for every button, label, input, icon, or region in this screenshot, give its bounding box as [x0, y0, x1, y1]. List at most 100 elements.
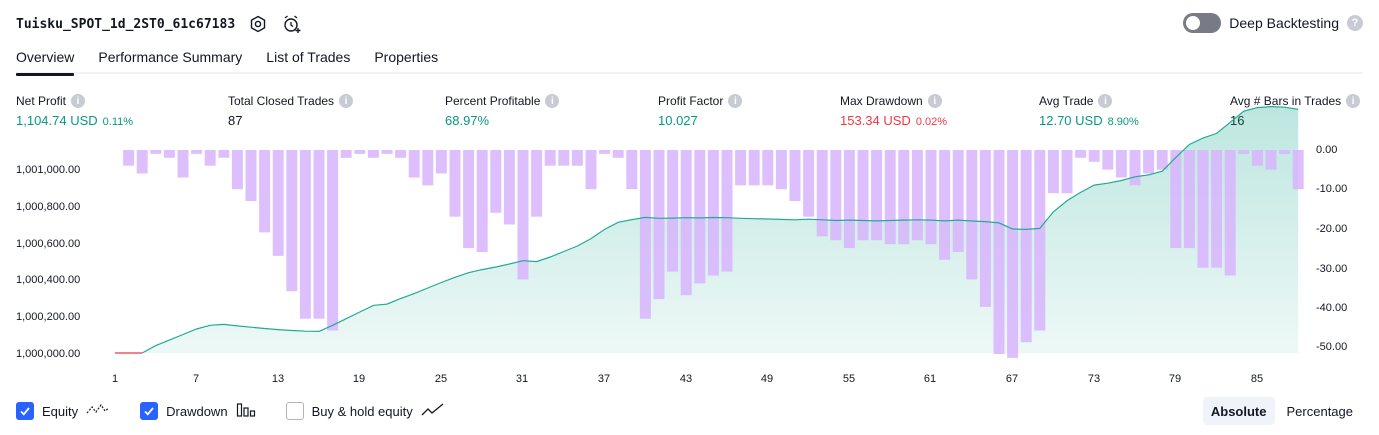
drawdown-bar[interactable] — [612, 150, 624, 158]
drawdown-bar[interactable] — [884, 150, 896, 245]
drawdown-bar[interactable] — [531, 150, 543, 217]
drawdown-bar[interactable] — [911, 150, 923, 241]
drawdown-bar[interactable] — [463, 150, 475, 249]
equity-tick-label: 1,000,000.00 — [16, 348, 81, 360]
drawdown-bar[interactable] — [1238, 150, 1250, 154]
drawdown-bar[interactable] — [816, 150, 828, 237]
drawdown-bar[interactable] — [544, 150, 556, 166]
drawdown-bar[interactable] — [381, 150, 393, 154]
drawdown-bar[interactable] — [191, 150, 203, 154]
x-tick-label: 67 — [1005, 373, 1019, 385]
drawdown-bar[interactable] — [150, 150, 162, 154]
drawdown-bar[interactable] — [449, 150, 461, 217]
drawdown-bar[interactable] — [626, 150, 638, 190]
legend-buy-hold-equity[interactable]: Buy & hold equity — [285, 402, 445, 420]
drawdown-bar[interactable] — [653, 150, 665, 300]
drawdown-bar[interactable] — [585, 150, 597, 190]
drawdown-bar[interactable] — [843, 150, 855, 249]
checkbox-checked-icon[interactable] — [16, 402, 34, 420]
absolute-button[interactable]: Absolute — [1202, 397, 1275, 425]
drawdown-bar[interactable] — [1170, 150, 1182, 249]
drawdown-bar[interactable] — [639, 150, 651, 319]
drawdown-bar[interactable] — [1075, 150, 1087, 158]
drawdown-bar[interactable] — [259, 150, 271, 233]
drawdown-bar[interactable] — [123, 150, 135, 166]
drawdown-bar[interactable] — [993, 150, 1005, 354]
drawdown-bar[interactable] — [939, 150, 951, 260]
drawdown-bar[interactable] — [558, 150, 570, 166]
drawdown-bar[interactable] — [1211, 150, 1223, 268]
drawdown-bar[interactable] — [775, 150, 787, 190]
drawdown-bar[interactable] — [218, 150, 230, 158]
drawdown-bar[interactable] — [408, 150, 420, 178]
checkbox-checked-icon[interactable] — [140, 402, 159, 420]
drawdown-bar[interactable] — [367, 150, 379, 158]
drawdown-bar[interactable] — [136, 150, 148, 174]
drawdown-bar[interactable] — [680, 150, 692, 296]
drawdown-bar[interactable] — [354, 150, 366, 154]
drawdown-bar[interactable] — [762, 150, 774, 186]
drawdown-bar[interactable] — [748, 150, 760, 186]
drawdown-bar[interactable] — [1251, 150, 1263, 166]
drawdown-bar[interactable] — [327, 150, 339, 331]
drawdown-bar[interactable] — [204, 150, 216, 166]
drawdown-bar[interactable] — [952, 150, 964, 252]
drawdown-bar[interactable] — [857, 150, 869, 241]
drawdown-bar[interactable] — [435, 150, 447, 174]
drawdown-bar[interactable] — [245, 150, 257, 201]
drawdown-bar[interactable] — [163, 150, 175, 158]
drawdown-bar[interactable] — [299, 150, 311, 319]
drawdown-bar[interactable] — [789, 150, 801, 201]
drawdown-bar[interactable] — [1115, 150, 1127, 178]
legend-label: Drawdown — [166, 403, 228, 419]
drawdown-bar[interactable] — [979, 150, 991, 307]
drawdown-bar[interactable] — [1007, 150, 1019, 358]
drawdown-bar[interactable] — [830, 150, 842, 241]
drawdown-bar[interactable] — [286, 150, 298, 292]
x-tick-label: 49 — [760, 373, 774, 385]
drawdown-bar[interactable] — [898, 150, 910, 245]
drawdown-bar[interactable] — [490, 150, 502, 213]
drawdown-bar[interactable] — [340, 150, 352, 158]
drawdown-bar[interactable] — [925, 150, 937, 245]
drawdown-bar[interactable] — [1047, 150, 1059, 194]
drawdown-bar[interactable] — [1197, 150, 1209, 268]
drawdown-bar[interactable] — [571, 150, 583, 166]
drawdown-bar[interactable] — [1183, 150, 1195, 249]
drawdown-bar[interactable] — [1265, 150, 1277, 170]
drawdown-bar[interactable] — [1088, 150, 1100, 162]
drawdown-bar[interactable] — [231, 150, 243, 190]
drawdown-bar[interactable] — [1061, 150, 1073, 194]
drawdown-bar[interactable] — [395, 150, 407, 158]
drawdown-bar[interactable] — [1279, 150, 1291, 154]
drawdown-bar[interactable] — [803, 150, 815, 217]
drawdown-bar[interactable] — [966, 150, 978, 280]
drawdown-bar[interactable] — [871, 150, 883, 241]
drawdown-bar[interactable] — [599, 150, 611, 154]
drawdown-bar[interactable] — [667, 150, 679, 272]
drawdown-bar[interactable] — [721, 150, 733, 272]
equity-drawdown-chart[interactable] — [0, 0, 1379, 435]
percentage-button[interactable]: Percentage — [1279, 397, 1362, 425]
drawdown-bar[interactable] — [1224, 150, 1236, 276]
drawdown-bar[interactable] — [1143, 150, 1155, 174]
legend-drawdown[interactable]: Drawdown — [140, 402, 255, 421]
equity-tick-label: 1,000,800.00 — [16, 201, 81, 213]
drawdown-bar[interactable] — [1034, 150, 1046, 331]
drawdown-bar[interactable] — [476, 150, 488, 252]
drawdown-bar[interactable] — [735, 150, 747, 186]
drawdown-bar[interactable] — [313, 150, 325, 319]
legend-equity[interactable]: Equity — [16, 402, 110, 420]
drawdown-bar[interactable] — [707, 150, 719, 276]
drawdown-bar[interactable] — [1102, 150, 1114, 170]
drawdown-bar[interactable] — [694, 150, 706, 284]
drawdown-bar[interactable] — [1292, 150, 1304, 190]
drawdown-bar[interactable] — [517, 150, 529, 280]
drawdown-bar[interactable] — [1020, 150, 1032, 343]
drawdown-bar[interactable] — [1129, 150, 1141, 186]
drawdown-bar[interactable] — [177, 150, 189, 178]
drawdown-bar[interactable] — [272, 150, 284, 256]
checkbox-unchecked-icon[interactable] — [285, 402, 304, 420]
drawdown-bar[interactable] — [422, 150, 434, 186]
drawdown-bar[interactable] — [503, 150, 515, 225]
